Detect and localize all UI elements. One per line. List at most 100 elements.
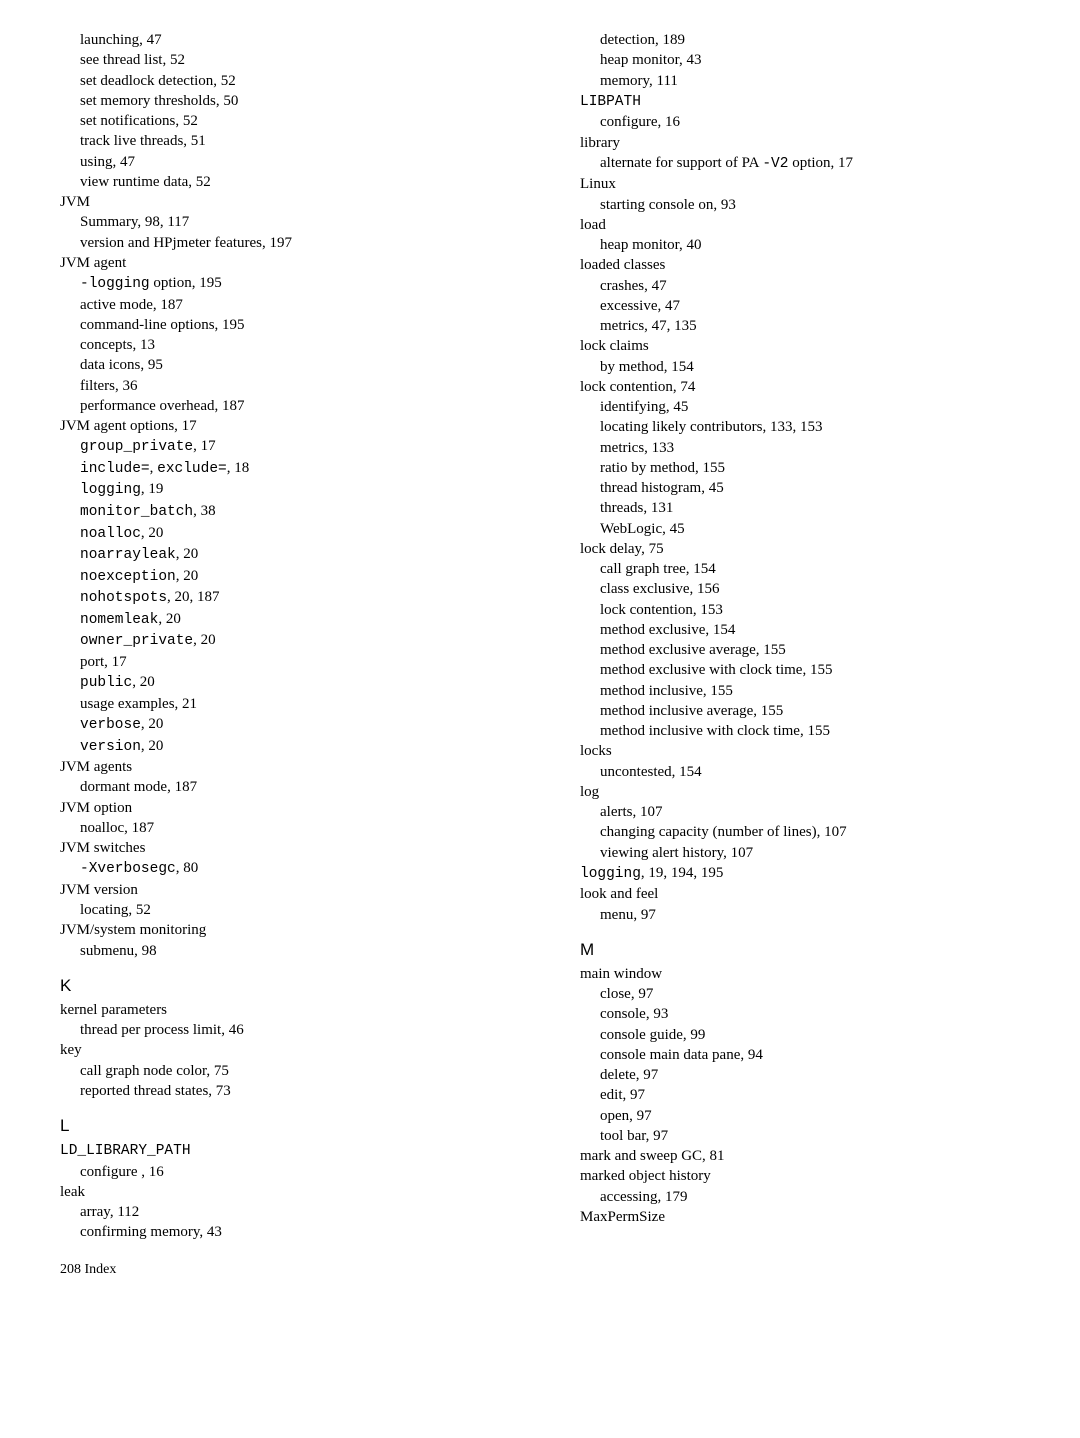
index-entry: leak [60,1182,520,1202]
index-entry: key [60,1040,520,1060]
index-entry: WebLogic, 45 [580,519,1040,539]
index-entry: locating likely contributors, 133, 153 [580,417,1040,437]
index-entry: reported thread states, 73 [60,1081,520,1101]
section-letter: M [580,939,1040,962]
index-entry: alternate for support of PA -V2 option, … [580,153,1040,175]
index-entry: set notifications, 52 [60,111,520,131]
section-letter: L [60,1115,520,1138]
index-entry: heap monitor, 40 [580,235,1040,255]
index-entry: port, 17 [60,652,520,672]
page-footer: 208 Index [60,1261,1040,1280]
index-entry: class exclusive, 156 [580,579,1040,599]
index-entry: library [580,133,1040,153]
index-entry: tool bar, 97 [580,1126,1040,1146]
index-entry: command-line options, 195 [60,315,520,335]
index-entry: console, 93 [580,1004,1040,1024]
index-entry: track live threads, 51 [60,131,520,151]
index-entry: menu, 97 [580,905,1040,925]
index-entry: lock claims [580,336,1040,356]
index-entry: method inclusive, 155 [580,681,1040,701]
index-entry: nomemleak, 20 [60,609,520,631]
index-entry: kernel parameters [60,1000,520,1020]
index-entry: look and feel [580,884,1040,904]
index-entry: LIBPATH [580,91,1040,113]
index-entry: console main data pane, 94 [580,1045,1040,1065]
index-columns: launching, 47see thread list, 52set dead… [60,30,1040,1243]
index-entry: noalloc, 20 [60,523,520,545]
index-entry: starting console on, 93 [580,195,1040,215]
index-entry: launching, 47 [60,30,520,50]
index-entry: call graph tree, 154 [580,559,1040,579]
index-entry: call graph node color, 75 [60,1061,520,1081]
index-entry: filters, 36 [60,376,520,396]
index-entry: JVM/system monitoring [60,920,520,940]
index-entry: dormant mode, 187 [60,777,520,797]
index-entry: close, 97 [580,984,1040,1004]
index-entry: method exclusive average, 155 [580,640,1040,660]
index-entry: lock contention, 74 [580,377,1040,397]
index-entry: method exclusive with clock time, 155 [580,660,1040,680]
index-entry: metrics, 133 [580,438,1040,458]
index-entry: concepts, 13 [60,335,520,355]
index-entry: using, 47 [60,152,520,172]
index-entry: version and HPjmeter features, 197 [60,233,520,253]
index-entry: main window [580,964,1040,984]
index-entry: identifying, 45 [580,397,1040,417]
index-entry: set deadlock detection, 52 [60,71,520,91]
index-entry: JVM switches [60,838,520,858]
index-entry: edit, 97 [580,1085,1040,1105]
index-entry: metrics, 47, 135 [580,316,1040,336]
index-entry: confirming memory, 43 [60,1222,520,1242]
left-column: launching, 47see thread list, 52set dead… [60,30,520,1243]
index-entry: JVM agent [60,253,520,273]
section-letter: K [60,975,520,998]
index-entry: array, 112 [60,1202,520,1222]
index-entry: console guide, 99 [580,1025,1040,1045]
index-entry: loaded classes [580,255,1040,275]
index-entry: load [580,215,1040,235]
index-entry: monitor_batch, 38 [60,501,520,523]
index-entry: verbose, 20 [60,714,520,736]
index-entry: thread per process limit, 46 [60,1020,520,1040]
index-entry: configure, 16 [580,112,1040,132]
index-entry: alerts, 107 [580,802,1040,822]
index-entry: view runtime data, 52 [60,172,520,192]
index-entry: noarrayleak, 20 [60,544,520,566]
index-entry: lock contention, 153 [580,600,1040,620]
index-entry: method inclusive with clock time, 155 [580,721,1040,741]
index-entry: JVM agents [60,757,520,777]
index-entry: viewing alert history, 107 [580,843,1040,863]
index-entry: nohotspots, 20, 187 [60,587,520,609]
index-entry: logging, 19 [60,479,520,501]
index-entry: performance overhead, 187 [60,396,520,416]
index-entry: MaxPermSize [580,1207,1040,1227]
index-entry: detection, 189 [580,30,1040,50]
index-entry: set memory thresholds, 50 [60,91,520,111]
right-column: detection, 189heap monitor, 43memory, 11… [580,30,1040,1243]
index-entry: noexception, 20 [60,566,520,588]
index-entry: changing capacity (number of lines), 107 [580,822,1040,842]
index-entry: threads, 131 [580,498,1040,518]
index-entry: by method, 154 [580,357,1040,377]
index-entry: excessive, 47 [580,296,1040,316]
index-entry: lock delay, 75 [580,539,1040,559]
index-entry: logging, 19, 194, 195 [580,863,1040,885]
index-entry: heap monitor, 43 [580,50,1040,70]
index-entry: public, 20 [60,672,520,694]
index-entry: locating, 52 [60,900,520,920]
index-entry: crashes, 47 [580,276,1040,296]
index-entry: version, 20 [60,736,520,758]
index-entry: thread histogram, 45 [580,478,1040,498]
index-entry: delete, 97 [580,1065,1040,1085]
index-entry: usage examples, 21 [60,694,520,714]
index-entry: locks [580,741,1040,761]
index-entry: include=, exclude=, 18 [60,458,520,480]
index-entry: log [580,782,1040,802]
index-entry: method inclusive average, 155 [580,701,1040,721]
index-entry: JVM agent options, 17 [60,416,520,436]
index-entry: JVM [60,192,520,212]
index-entry: -Xverbosegc, 80 [60,858,520,880]
index-entry: data icons, 95 [60,355,520,375]
index-entry: accessing, 179 [580,1187,1040,1207]
index-entry: marked object history [580,1166,1040,1186]
